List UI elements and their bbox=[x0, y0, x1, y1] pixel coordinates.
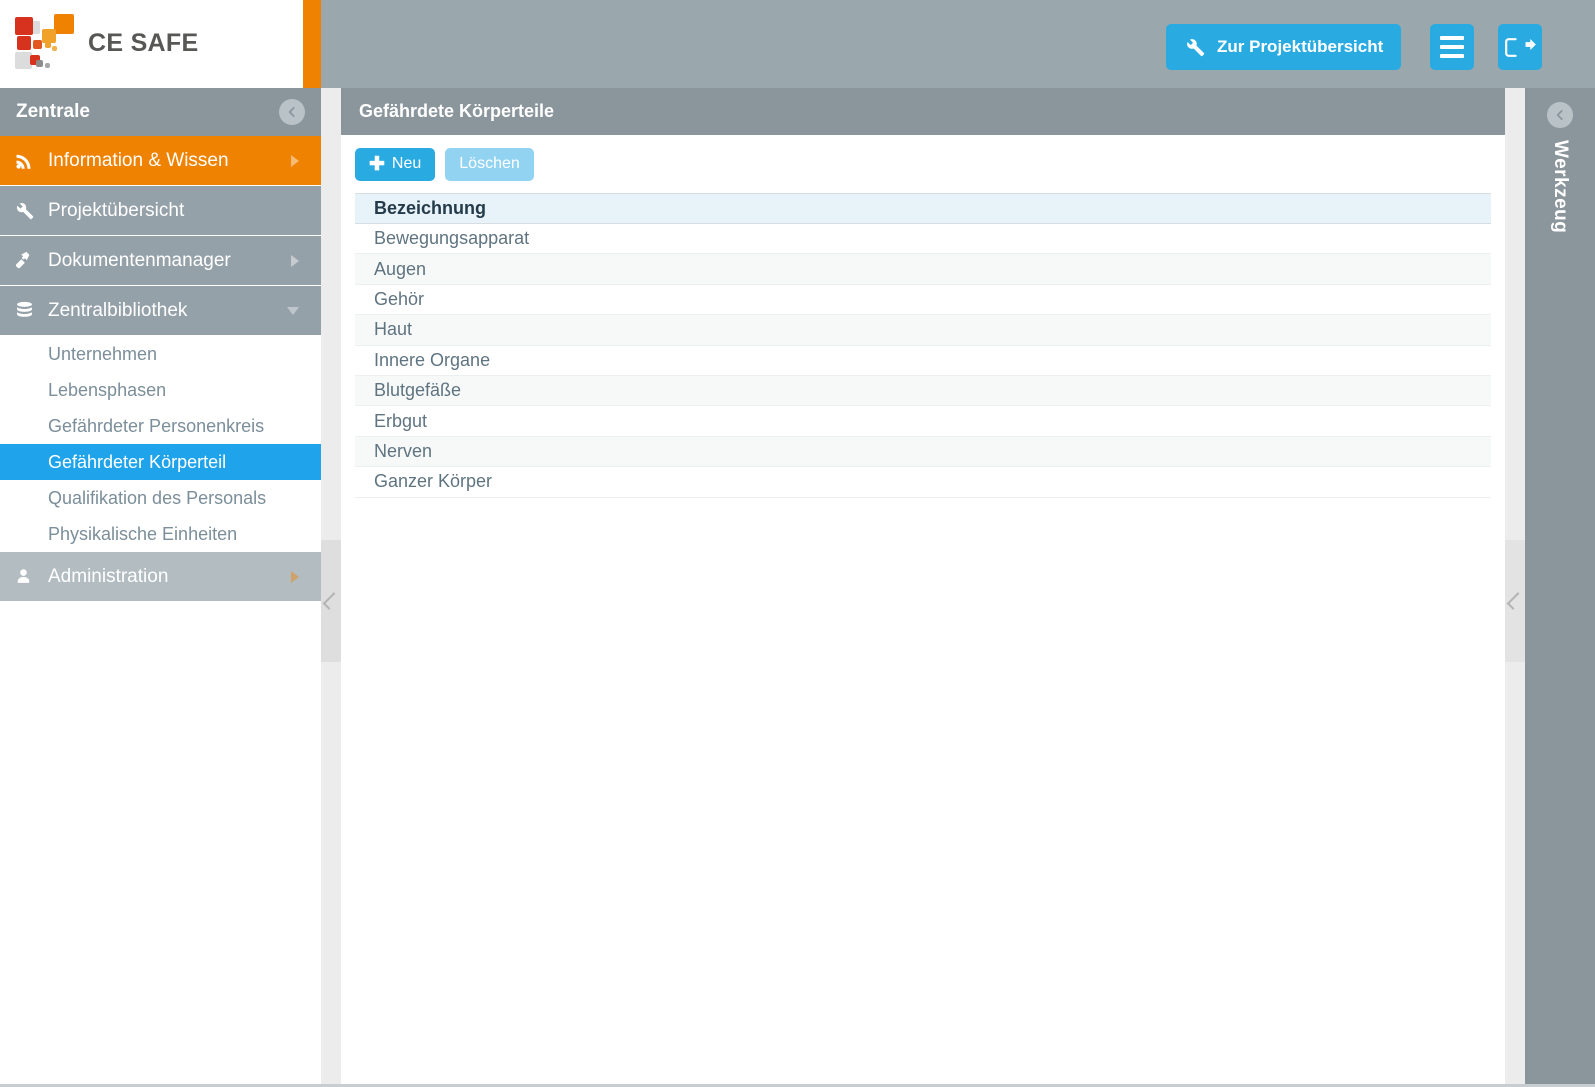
neu-button[interactable]: ✚ Neu bbox=[355, 147, 436, 181]
brand-name: CE SAFE bbox=[88, 28, 199, 57]
tools-collapse-handle[interactable] bbox=[1505, 540, 1525, 662]
sidebar-subnav: Unternehmen Lebensphasen Gefährdeter Per… bbox=[0, 336, 321, 552]
zur-projektuebersicht-button[interactable]: Zur Projektübersicht bbox=[1166, 24, 1402, 70]
sidebar-item-zentralbibliothek[interactable]: Zentralbibliothek bbox=[0, 286, 321, 336]
top-bar: CE SAFE Zur Projektübersicht bbox=[0, 0, 1595, 88]
user-icon bbox=[14, 567, 48, 586]
cell-bezeichnung: Ganzer Körper bbox=[374, 471, 493, 492]
wrench-icon bbox=[14, 200, 48, 221]
table-row[interactable]: Augen bbox=[355, 254, 1491, 285]
bodyparts-table: Bezeichnung Bewegungsapparat Augen Gehör… bbox=[341, 193, 1505, 498]
sidebar-title: Zentrale bbox=[16, 101, 90, 122]
sidebar-item-label: Information & Wissen bbox=[48, 150, 229, 171]
logo-panel: CE SAFE bbox=[0, 0, 303, 88]
sidebar-item-unternehmen[interactable]: Unternehmen bbox=[0, 336, 321, 372]
table-row[interactable]: Nerven bbox=[355, 436, 1491, 468]
sidebar-collapse-handle[interactable] bbox=[321, 540, 341, 662]
cell-bezeichnung: Gehör bbox=[374, 288, 425, 309]
content-toolbar: ✚ Neu Löschen bbox=[341, 135, 1505, 193]
table-row[interactable]: Bewegungsapparat bbox=[355, 224, 1491, 255]
cell-bezeichnung: Innere Organe bbox=[374, 349, 491, 370]
plus-icon: ✚ bbox=[369, 153, 385, 175]
sidebar-item-administration[interactable]: Administration bbox=[0, 552, 321, 602]
table-row[interactable]: Gehör bbox=[355, 284, 1491, 316]
chevron-right-icon bbox=[291, 570, 299, 583]
sidebar-item-label: Zentralbibliothek bbox=[48, 300, 188, 321]
ce-safe-logo-mark bbox=[14, 12, 80, 76]
cell-bezeichnung: Haut bbox=[374, 319, 413, 340]
sidebar-item-physikalische-einheiten[interactable]: Physikalische Einheiten bbox=[0, 516, 321, 552]
sidebar-item-lebensphasen[interactable]: Lebensphasen bbox=[0, 372, 321, 408]
logout-button[interactable] bbox=[1498, 24, 1542, 70]
loeschen-button-label: Löschen bbox=[459, 155, 520, 172]
neu-button-label: Neu bbox=[391, 155, 422, 172]
cell-bezeichnung: Erbgut bbox=[374, 410, 428, 431]
cell-bezeichnung: Augen bbox=[374, 258, 427, 279]
loeschen-button[interactable]: Löschen bbox=[445, 147, 534, 181]
sidebar-item-label: Dokumentenmanager bbox=[48, 250, 231, 271]
sidebar-subitem-label: Gefährdeter Personenkreis bbox=[48, 415, 265, 436]
table-row[interactable]: Haut bbox=[355, 315, 1491, 346]
tools-collapse-button[interactable] bbox=[1547, 102, 1573, 128]
sidebar-collapse-button[interactable] bbox=[279, 99, 305, 125]
logout-icon bbox=[1502, 35, 1539, 60]
sidebar-item-projektuebersicht[interactable]: Projektübersicht bbox=[0, 186, 321, 236]
sidebar-item-dokumentenmanager[interactable]: Dokumentenmanager bbox=[0, 236, 321, 286]
sidebar-subitem-label: Lebensphasen bbox=[48, 379, 167, 400]
rss-signal-icon bbox=[14, 151, 48, 171]
brand-logo: CE SAFE bbox=[14, 12, 198, 76]
wrench-icon bbox=[1184, 36, 1206, 58]
hamburger-menu-icon bbox=[1440, 36, 1464, 58]
table-row[interactable]: Innere Organe bbox=[355, 345, 1491, 376]
cell-bezeichnung: Bewegungsapparat bbox=[374, 228, 530, 249]
chevron-right-icon bbox=[291, 254, 299, 267]
sidebar-item-label: Administration bbox=[48, 566, 169, 587]
left-sidebar: Zentrale Information & Wissen Projektübe… bbox=[0, 88, 321, 1087]
chevron-left-circle-icon bbox=[285, 105, 299, 119]
tools-panel: Werkzeug bbox=[1525, 88, 1595, 1087]
table-header-row[interactable]: Bezeichnung bbox=[355, 193, 1491, 224]
main-content: Gefährdete Körperteile ✚ Neu Löschen Bez… bbox=[341, 88, 1505, 1087]
page-title-bar: Gefährdete Körperteile bbox=[341, 88, 1505, 135]
sidebar-subitem-label: Physikalische Einheiten bbox=[48, 523, 238, 544]
chevron-left-circle-icon bbox=[1553, 108, 1567, 122]
page-title: Gefährdete Körperteile bbox=[359, 101, 555, 121]
table-row[interactable]: Ganzer Körper bbox=[355, 467, 1491, 498]
sidebar-subitem-label: Unternehmen bbox=[48, 343, 158, 364]
logo-accent-bar bbox=[303, 0, 321, 88]
database-icon bbox=[14, 300, 48, 321]
hamburger-menu-button[interactable] bbox=[1430, 24, 1474, 70]
hammer-icon bbox=[14, 250, 48, 271]
application-window: CE SAFE Zur Projektübersicht Zentrale In… bbox=[0, 0, 1595, 1087]
table-row[interactable]: Erbgut bbox=[355, 406, 1491, 437]
sidebar-item-gefaehrdeter-personenkreis[interactable]: Gefährdeter Personenkreis bbox=[0, 408, 321, 444]
cell-bezeichnung: Blutgefäße bbox=[374, 380, 462, 401]
chevron-right-icon bbox=[291, 154, 299, 167]
tools-panel-label: Werkzeug bbox=[1550, 140, 1571, 234]
sidebar-item-information-wissen[interactable]: Information & Wissen bbox=[0, 136, 321, 186]
column-header-bezeichnung: Bezeichnung bbox=[374, 198, 487, 218]
sidebar-item-qualifikation-des-personals[interactable]: Qualifikation des Personals bbox=[0, 480, 321, 516]
sidebar-item-label: Projektübersicht bbox=[48, 200, 185, 221]
table-row[interactable]: Blutgefäße bbox=[355, 375, 1491, 407]
sidebar-subitem-label: Gefährdeter Körperteil bbox=[48, 451, 227, 472]
cell-bezeichnung: Nerven bbox=[374, 440, 433, 461]
chevron-left-icon bbox=[322, 592, 340, 610]
sidebar-header: Zentrale bbox=[0, 88, 321, 136]
sidebar-subitem-label: Qualifikation des Personals bbox=[48, 487, 267, 508]
chevron-down-icon bbox=[287, 306, 299, 315]
chevron-left-icon bbox=[1506, 592, 1524, 610]
zur-projektuebersicht-label: Zur Projektübersicht bbox=[1217, 37, 1384, 56]
sidebar-item-gefaehrdeter-koerperteil[interactable]: Gefährdeter Körperteil bbox=[0, 444, 321, 480]
